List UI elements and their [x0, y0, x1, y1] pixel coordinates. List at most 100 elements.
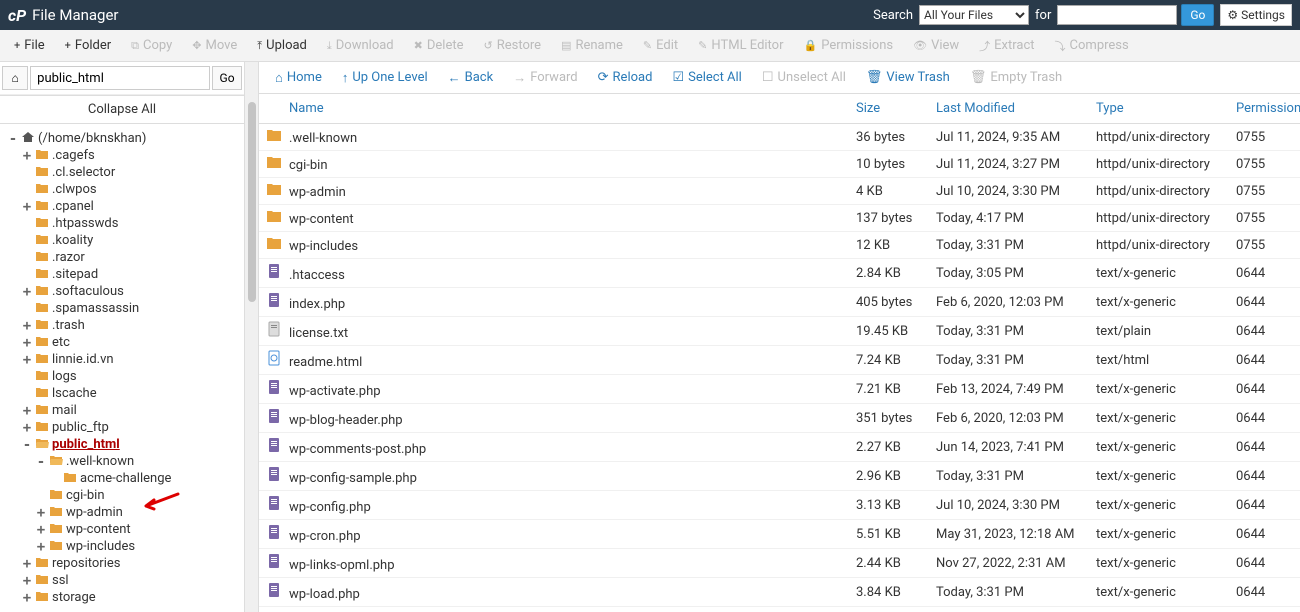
col-size-header[interactable]: Size	[850, 94, 930, 124]
tree-lscache[interactable]: +lscache	[8, 385, 240, 402]
cell-modified: Jul 11, 2024, 9:35 AM	[930, 124, 1090, 151]
search-input[interactable]	[1057, 5, 1177, 25]
tree-toggle-icon[interactable]: +	[36, 507, 46, 519]
table-row[interactable]: index.php405 bytesFeb 6, 2020, 12:03 PMt…	[259, 288, 1300, 317]
table-row[interactable]: .well-known36 bytesJul 11, 2024, 9:35 AM…	[259, 124, 1300, 151]
tree-toggle-icon[interactable]: -	[8, 133, 18, 145]
tree-toggle-icon[interactable]: -	[36, 456, 46, 468]
tree-linnie[interactable]: +linnie.id.vn	[8, 351, 240, 368]
tree-toggle-icon[interactable]: +	[22, 558, 32, 570]
table-row[interactable]: license.txt19.45 KBToday, 3:31 PMtext/pl…	[259, 317, 1300, 346]
tree-cagefs[interactable]: +.cagefs	[8, 147, 240, 164]
search-scope-select[interactable]: All Your Files	[919, 5, 1029, 25]
tree-home[interactable]: -(/home/bknskhan)	[8, 130, 240, 147]
tree-toggle-icon[interactable]: +	[22, 150, 32, 162]
table-row[interactable]: wp-config.php3.13 KBJul 10, 2024, 3:30 P…	[259, 491, 1300, 520]
download-button: ⤓Download	[317, 32, 404, 60]
path-input[interactable]	[30, 66, 210, 90]
tree-wpcontent[interactable]: +wp-content	[8, 521, 240, 538]
gear-icon: ⚙	[1227, 8, 1238, 22]
tree-trash[interactable]: +.trash	[8, 317, 240, 334]
table-row[interactable]: wp-load.php3.84 KBToday, 3:31 PMtext/x-g…	[259, 578, 1300, 607]
table-row[interactable]: wp-config-sample.php2.96 KBToday, 3:31 P…	[259, 462, 1300, 491]
folder-icon	[35, 556, 49, 571]
table-row[interactable]: wp-comments-post.php2.27 KBJun 14, 2023,…	[259, 433, 1300, 462]
tree-label: mail	[52, 403, 77, 418]
folder-icon	[35, 352, 49, 367]
tree-toggle-icon[interactable]: +	[22, 201, 32, 213]
new-folder-button[interactable]: +Folder	[55, 32, 122, 60]
tree-storage[interactable]: +storage	[8, 589, 240, 606]
table-row[interactable]: wp-activate.php7.21 KBFeb 13, 2024, 7:49…	[259, 375, 1300, 404]
table-row[interactable]: wp-cron.php5.51 KBMay 31, 2023, 12:18 AM…	[259, 520, 1300, 549]
cell-size: 137 bytes	[850, 205, 930, 232]
nav-reload[interactable]: ⟳Reload	[588, 64, 663, 92]
nav-selectall[interactable]: ☑Select All	[662, 64, 751, 92]
home-icon-button[interactable]: ⌂	[2, 66, 28, 90]
tree-wpadmin[interactable]: +wp-admin	[8, 504, 240, 521]
tree-razor[interactable]: +.razor	[8, 249, 240, 266]
cell-perm: 0644	[1230, 259, 1300, 288]
col-name-header[interactable]: Name	[259, 94, 850, 124]
table-row[interactable]: wp-links-opml.php2.44 KBNov 27, 2022, 2:…	[259, 549, 1300, 578]
nav-home[interactable]: ⌂Home	[265, 64, 332, 92]
tree-clselector[interactable]: +.cl.selector	[8, 164, 240, 181]
tree-toggle-icon[interactable]: +	[22, 286, 32, 298]
file-icon	[265, 236, 283, 254]
upload-button[interactable]: ⤒Upload	[247, 32, 317, 60]
col-perm-header[interactable]: Permissions	[1230, 94, 1300, 124]
tree-wellknown[interactable]: -.well-known	[8, 453, 240, 470]
tree-toggle-icon[interactable]: +	[22, 592, 32, 604]
tree-toggle-icon[interactable]: +	[22, 405, 32, 417]
table-row[interactable]: wp-includes12 KBToday, 3:31 PMhttpd/unix…	[259, 232, 1300, 259]
table-row[interactable]: cgi-bin10 bytesJul 11, 2024, 3:27 PMhttp…	[259, 151, 1300, 178]
tree-acme[interactable]: +acme-challenge	[8, 470, 240, 487]
table-row[interactable]: wp-admin4 KBJul 10, 2024, 3:30 PMhttpd/u…	[259, 178, 1300, 205]
tree-koality[interactable]: +.koality	[8, 232, 240, 249]
tree-cpanel[interactable]: +.cpanel	[8, 198, 240, 215]
tree-sitepad[interactable]: +.sitepad	[8, 266, 240, 283]
tree-toggle-icon[interactable]: +	[22, 575, 32, 587]
table-row[interactable]: wp-content137 bytesToday, 4:17 PMhttpd/u…	[259, 205, 1300, 232]
search-go-button[interactable]: Go	[1181, 4, 1214, 26]
tree-cgibin[interactable]: +cgi-bin	[8, 487, 240, 504]
tree-toggle-icon[interactable]: +	[36, 541, 46, 553]
tree-wpincludes[interactable]: +wp-includes	[8, 538, 240, 555]
col-modified-header[interactable]: Last Modified	[930, 94, 1090, 124]
tree-logs[interactable]: +logs	[8, 368, 240, 385]
tree-toggle-icon[interactable]: -	[22, 439, 32, 451]
nav-back[interactable]: ←Back	[438, 64, 504, 92]
tree-toggle-icon[interactable]: +	[22, 354, 32, 366]
tree-softaculous[interactable]: +.softaculous	[8, 283, 240, 300]
new-file-button[interactable]: +File	[4, 32, 55, 60]
col-type-header[interactable]: Type	[1090, 94, 1230, 124]
tree-publichtml[interactable]: -public_html	[8, 436, 240, 453]
tree-toggle-icon[interactable]: +	[22, 320, 32, 332]
tree-htpasswds[interactable]: +.htpasswds	[8, 215, 240, 232]
tree-clwpos[interactable]: +.clwpos	[8, 181, 240, 198]
table-row[interactable]: wp-blog-header.php351 bytesFeb 6, 2020, …	[259, 404, 1300, 433]
tree-spamassassin[interactable]: +.spamassassin	[8, 300, 240, 317]
tree-repositories[interactable]: +repositories	[8, 555, 240, 572]
tree-toggle-icon[interactable]: +	[22, 337, 32, 349]
tree-toggle-icon[interactable]: +	[22, 422, 32, 434]
folder-icon	[35, 420, 49, 435]
folder-icon	[49, 505, 63, 520]
tree-toggle-icon[interactable]: +	[36, 524, 46, 536]
file-icon	[265, 437, 283, 457]
folder-icon	[35, 216, 49, 231]
tree-publicftp[interactable]: +public_ftp	[8, 419, 240, 436]
tree-mail[interactable]: + mail	[8, 402, 240, 419]
table-row[interactable]: readme.html7.24 KBToday, 3:31 PMtext/htm…	[259, 346, 1300, 375]
collapse-all-button[interactable]: Collapse All	[0, 95, 244, 124]
table-row[interactable]: wp-login.php50.04 KBToday, 3:31 PMtext/x…	[259, 607, 1300, 612]
tree-etc[interactable]: +etc	[8, 334, 240, 351]
nav-up[interactable]: ↑Up One Level	[332, 64, 438, 92]
path-go-button[interactable]: Go	[212, 66, 242, 90]
settings-button[interactable]: ⚙Settings	[1220, 4, 1292, 26]
table-row[interactable]: .htaccess2.84 KBToday, 3:05 PMtext/x-gen…	[259, 259, 1300, 288]
cell-perm: 0644	[1230, 491, 1300, 520]
nav-viewtrash[interactable]: 🗑View Trash	[856, 64, 960, 92]
tree-ssl[interactable]: +ssl	[8, 572, 240, 589]
splitter-scrollbar[interactable]	[245, 62, 259, 612]
